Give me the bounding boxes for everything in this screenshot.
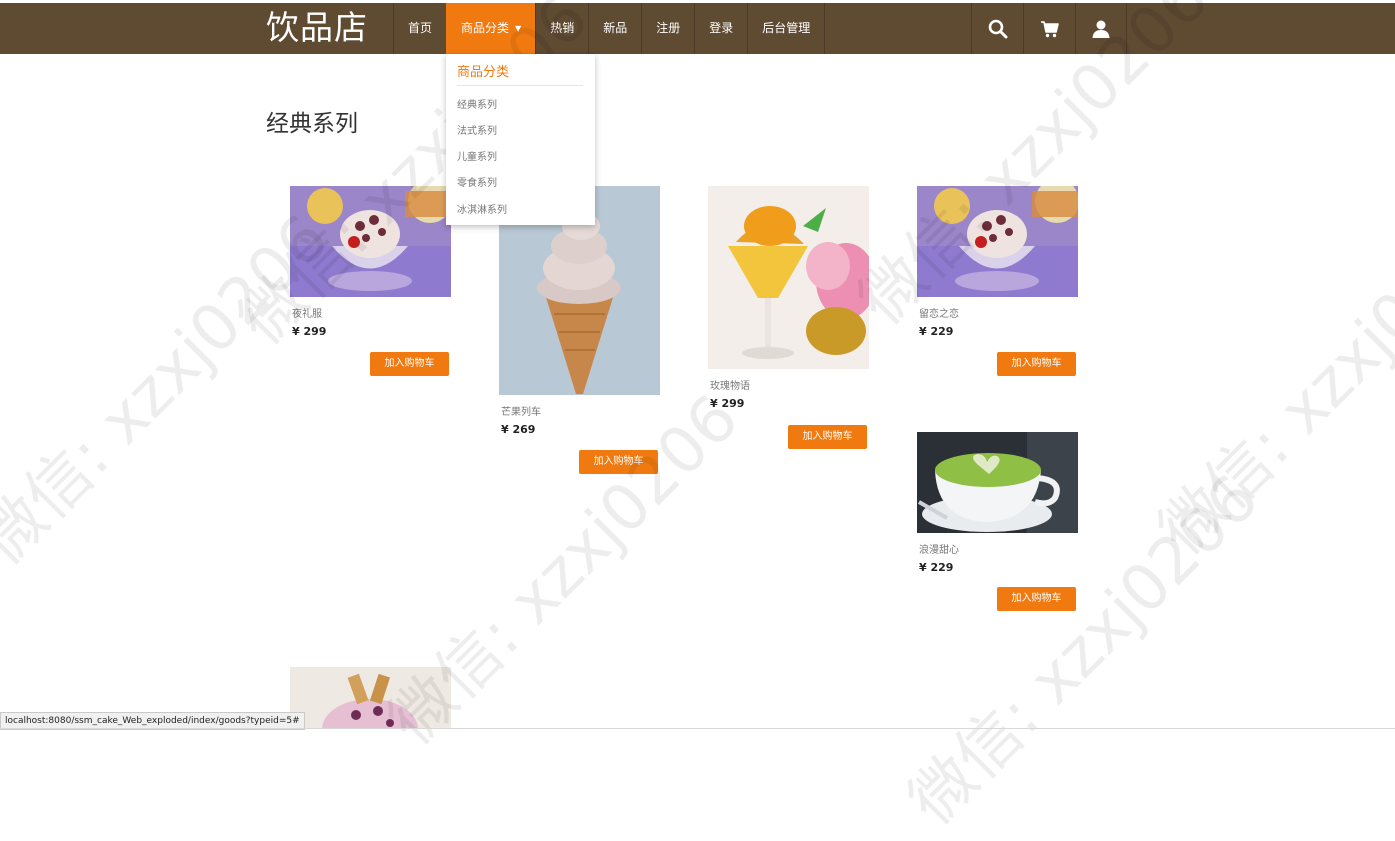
nav-new-label: 新品 [603, 21, 628, 35]
site-logo[interactable]: 饮品店 [266, 8, 368, 48]
watermark: 微信: xzxj0206 [1145, 191, 1395, 570]
nav-categories[interactable]: 商品分类 ▼ [446, 3, 536, 54]
product-price: ¥ 229 [919, 325, 954, 338]
nav-login-label: 登录 [709, 21, 734, 35]
search-button[interactable] [971, 3, 1023, 54]
product-image[interactable] [917, 432, 1078, 533]
product-image[interactable] [290, 667, 451, 728]
dropdown-title: 商品分类 [457, 61, 583, 86]
product-name: 夜礼服 [292, 309, 322, 320]
nav-register[interactable]: 注册 [641, 3, 694, 54]
product-image[interactable] [708, 186, 869, 369]
product-price: ¥ 299 [292, 325, 327, 338]
dropdown-item-classic[interactable]: 经典系列 [457, 96, 497, 111]
nav-categories-label: 商品分类 [461, 21, 510, 35]
dropdown-item-french[interactable]: 法式系列 [457, 122, 497, 137]
section-title: 经典系列 [266, 111, 358, 137]
add-to-cart-button[interactable]: 加入购物车 [997, 587, 1076, 611]
caret-down-icon: ▼ [515, 24, 522, 33]
nav-hot-label: 热销 [550, 21, 575, 35]
product-image[interactable] [290, 186, 451, 297]
nav-admin-label: 后台管理 [762, 21, 811, 35]
nav-register-label: 注册 [656, 21, 681, 35]
user-icon [1092, 20, 1110, 38]
nav-login[interactable]: 登录 [694, 3, 747, 54]
product-card: 浪漫甜心 ¥ 229 加入购物车 [917, 432, 1079, 611]
add-to-cart-button[interactable]: 加入购物车 [579, 450, 658, 474]
cart-icon [1040, 20, 1059, 37]
user-button[interactable] [1075, 3, 1127, 54]
dropdown-item-kids[interactable]: 儿童系列 [457, 148, 497, 163]
dropdown-item-icecream[interactable]: 冰淇淋系列 [457, 201, 507, 216]
nav-icon-group [971, 3, 1127, 54]
category-dropdown: 商品分类 经典系列 法式系列 儿童系列 零食系列 冰淇淋系列 [446, 54, 595, 225]
nav-admin[interactable]: 后台管理 [747, 3, 826, 54]
dropdown-item-snack[interactable]: 零食系列 [457, 174, 497, 189]
product-name: 浪漫甜心 [919, 545, 959, 556]
product-image[interactable] [917, 186, 1078, 297]
add-to-cart-button[interactable]: 加入购物车 [997, 352, 1076, 376]
bottom-divider [0, 728, 1395, 729]
nav-new[interactable]: 新品 [588, 3, 641, 54]
product-card: 夜礼服 ¥ 299 加入购物车 [290, 186, 452, 376]
search-icon [988, 19, 1007, 38]
product-name: 玫瑰物语 [710, 381, 750, 392]
product-name: 芒果列车 [501, 407, 541, 418]
main-nav: 首页 商品分类 ▼ 热销 新品 注册 登录 后台管理 [393, 3, 826, 54]
nav-hot[interactable]: 热销 [535, 3, 588, 54]
nav-home[interactable]: 首页 [393, 3, 446, 54]
top-navbar: 饮品店 首页 商品分类 ▼ 热销 新品 注册 登录 后台管理 [0, 3, 1395, 54]
product-price: ¥ 299 [710, 397, 745, 410]
product-card: 留恋之恋 ¥ 229 加入购物车 [917, 186, 1079, 376]
product-price: ¥ 229 [919, 561, 954, 574]
product-price: ¥ 269 [501, 423, 536, 436]
add-to-cart-button[interactable]: 加入购物车 [370, 352, 449, 376]
product-name: 留恋之恋 [919, 309, 959, 320]
cart-button[interactable] [1023, 3, 1075, 54]
product-card: 玫瑰物语 ¥ 299 加入购物车 [708, 186, 870, 449]
product-card [290, 667, 452, 728]
nav-home-label: 首页 [408, 21, 433, 35]
add-to-cart-button[interactable]: 加入购物车 [788, 425, 867, 449]
